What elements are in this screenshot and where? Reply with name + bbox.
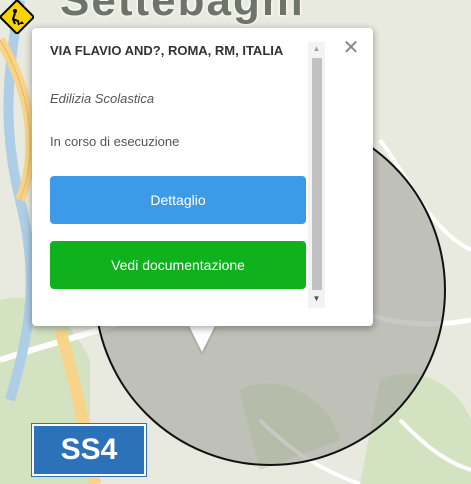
address-text: VIA FLAVIO AND?, ROMA, RM, ITALIA [50,43,284,58]
status-text: In corso di esecuzione [50,134,180,149]
road-shield: SS4 [32,424,146,476]
popup-tail [188,324,216,352]
category-text: Edilizia Scolastica [50,91,155,106]
popup-content: VIA FLAVIO AND?, ROMA, RM, ITALIA Ediliz… [50,42,306,289]
scroll-up-arrow-icon[interactable]: ▲ [309,42,324,56]
close-icon[interactable]: ✕ [339,36,363,60]
docs-button[interactable]: Vedi documentazione [50,241,306,289]
scrollbar-thumb[interactable] [312,58,322,290]
scroll-down-arrow-icon[interactable]: ▼ [309,292,324,306]
place-label: Settebagni [60,0,305,25]
info-popup: VIA FLAVIO AND?, ROMA, RM, ITALIA Ediliz… [32,28,373,326]
detail-button[interactable]: Dettaglio [50,176,306,224]
roadworks-icon[interactable] [0,0,34,34]
